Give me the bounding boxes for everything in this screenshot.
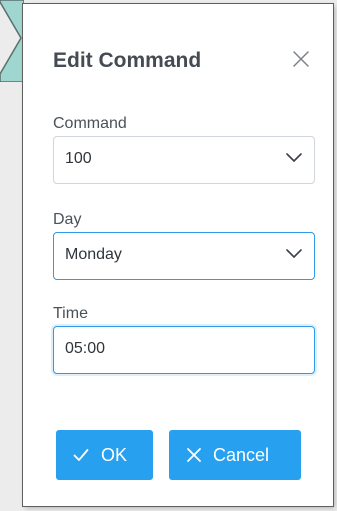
background-shape <box>0 0 24 82</box>
ok-button[interactable]: OK <box>56 430 153 480</box>
day-select[interactable]: Monday <box>53 232 315 280</box>
ok-label: OK <box>101 445 128 465</box>
time-value[interactable]: 05:00 <box>65 341 105 357</box>
edit-command-dialog: Edit Command Command 100 Day Monday Time… <box>23 4 333 506</box>
close-button[interactable] <box>291 49 311 69</box>
dialog-title: Edit Command <box>53 49 202 72</box>
time-label: Time <box>53 305 88 322</box>
day-label: Day <box>53 211 82 228</box>
time-input[interactable]: 05:00 <box>53 326 315 374</box>
close-icon <box>293 51 309 67</box>
command-label: Command <box>53 115 127 132</box>
close-icon <box>187 448 201 462</box>
command-value: 100 <box>65 150 92 167</box>
cancel-button[interactable]: Cancel <box>169 430 301 480</box>
cancel-label: Cancel <box>213 445 270 465</box>
chevron-down-icon <box>286 249 302 258</box>
command-select[interactable]: 100 <box>53 136 315 184</box>
checkmark-icon <box>73 449 89 461</box>
chevron-down-icon <box>286 153 302 162</box>
day-value: Monday <box>65 246 122 263</box>
